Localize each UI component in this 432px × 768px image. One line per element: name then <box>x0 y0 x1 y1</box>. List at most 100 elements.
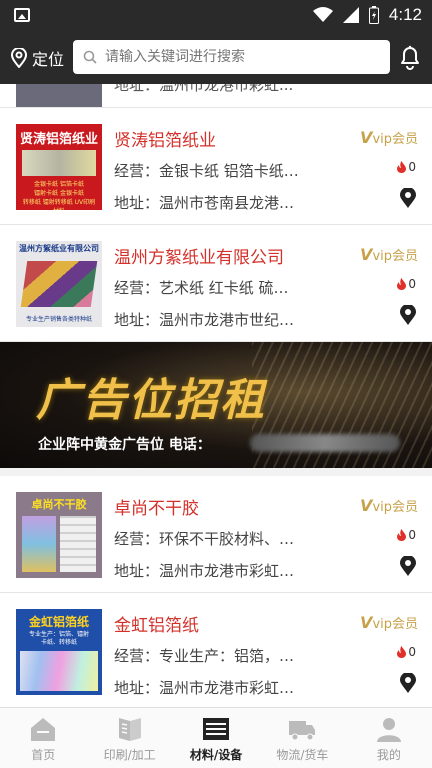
listing-name[interactable]: 卓尚不干胶 <box>114 494 199 519</box>
label-roll-image <box>22 516 56 572</box>
status-bar: 4:12 <box>0 0 432 32</box>
listing-name[interactable]: 温州方絮纸业有限公司 <box>114 243 284 268</box>
search-box[interactable] <box>73 40 390 74</box>
vip-badge: Vvip会员 <box>360 245 418 264</box>
hot-count-value: 0 <box>408 160 416 174</box>
image-notification-icon <box>14 8 30 22</box>
bottom-tab-bar: 首页 印刷/加工 材料/设备 物流/货车 我的 <box>0 707 432 768</box>
print-icon <box>118 718 141 741</box>
hot-count: 0 <box>397 160 416 174</box>
thumbnail-line: 金银卡纸 铝箔卡纸 <box>34 181 84 188</box>
location-label: 定位 <box>32 50 65 69</box>
blurred-phone-number <box>250 434 400 452</box>
thumbnail-title: 卓尚不干胶 <box>31 498 87 511</box>
thumbnail-title: 贤涛铝箔纸业 <box>20 132 99 147</box>
materials-icon <box>203 718 230 740</box>
tab-materials[interactable]: 材料/设备 <box>173 708 259 768</box>
location-button[interactable]: 定位 <box>10 46 64 70</box>
fire-icon <box>397 529 407 541</box>
listing-name[interactable]: 贤涛铝箔纸业 <box>114 126 216 151</box>
thumbnail-line: 专业生产：铝箔、镭射 <box>28 631 89 638</box>
listing-thumbnail: 卓尚不干胶 <box>16 492 102 578</box>
vip-badge: Vvip会员 <box>360 496 418 515</box>
fire-icon <box>397 161 407 173</box>
listing-address: 地址：温州市龙港市彩虹... <box>114 84 294 94</box>
listing-name[interactable]: 金虹铝箔纸 <box>114 611 199 636</box>
map-pin-icon[interactable] <box>400 673 416 693</box>
hot-count: 0 <box>397 645 416 659</box>
listing-business: 经营：艺术纸 红卡纸 硫… <box>114 279 289 297</box>
thumbnail-line: 专业生产销售各类特种纸 <box>25 316 92 323</box>
foil-sample-image <box>22 150 96 176</box>
banner-subline: 企业阵中黄金广告位 电话： <box>38 437 211 453</box>
listing-address: 地址：温州市龙港市彩虹… <box>114 562 295 580</box>
foil-sample-image <box>20 651 98 691</box>
top-bar: 定位 <box>0 32 432 84</box>
map-pin-icon[interactable] <box>400 556 416 576</box>
truck-icon <box>289 721 316 741</box>
home-icon <box>31 718 56 741</box>
listing-business: 经营：金银卡纸 铝箔卡纸… <box>114 162 299 180</box>
vip-badge: Vvip会员 <box>360 613 418 632</box>
listing-thumbnail: 温州方絮纸业有限公司 专业生产销售各类特种纸 <box>16 241 102 327</box>
thumbnail-line: 转移纸 镭射转移纸 UV印刷材料 <box>22 199 96 210</box>
listing-address: 地址：温州市苍南县龙港… <box>114 194 295 212</box>
listing-business: 经营：环保不干胶材料、… <box>114 530 295 548</box>
tab-label: 印刷/加工 <box>103 748 156 762</box>
wifi-icon <box>312 7 333 22</box>
list-item[interactable]: 温州方絮纸业有限公司 专业生产销售各类特种纸 温州方絮纸业有限公司 经营：艺术纸… <box>0 225 432 342</box>
thumbnail-title: 金虹铝箔纸 <box>28 615 89 629</box>
list-item[interactable]: 金虹铝箔纸 专业生产：铝箔、镭射 卡纸、转移纸 金虹铝箔纸 经营：专业生产：铝箔… <box>0 593 432 707</box>
thumbnail-line: 卡纸、转移纸 <box>40 639 77 646</box>
list-item[interactable]: 贤涛铝箔纸业 金银卡纸 铝箔卡纸 镭射卡纸 金银卡纸 转移纸 镭射转移纸 UV印… <box>0 108 432 225</box>
hot-count-value: 0 <box>408 528 416 542</box>
listing-thumbnail <box>16 84 102 107</box>
vip-label: vip会员 <box>372 617 418 632</box>
tab-profile[interactable]: 我的 <box>346 708 432 768</box>
search-icon <box>83 50 97 64</box>
map-pin-icon[interactable] <box>400 188 416 208</box>
hot-count: 0 <box>397 528 416 542</box>
listing-thumbnail: 贤涛铝箔纸业 金银卡纸 铝箔卡纸 镭射卡纸 金银卡纸 转移纸 镭射转移纸 UV印… <box>16 124 102 210</box>
hot-count-value: 0 <box>408 645 416 659</box>
listing-business: 经营：专业生产：铝箔，… <box>114 647 295 665</box>
map-pin-icon[interactable] <box>400 305 416 325</box>
hot-count: 0 <box>397 277 416 291</box>
listing-address: 地址：温州市龙港市彩虹… <box>114 679 295 697</box>
tab-home[interactable]: 首页 <box>0 708 86 768</box>
tab-logistics[interactable]: 物流/货车 <box>259 708 345 768</box>
search-input[interactable] <box>105 49 365 65</box>
tab-label: 材料/设备 <box>189 748 243 762</box>
thumbnail-title: 温州方絮纸业有限公司 <box>19 244 99 253</box>
tab-label: 首页 <box>31 748 56 762</box>
thumbnail-line: 镭射卡纸 金银卡纸 <box>34 190 84 197</box>
fire-icon <box>397 278 407 290</box>
vip-label: vip会员 <box>372 500 418 515</box>
location-pin-icon <box>10 48 28 68</box>
tab-label: 我的 <box>376 748 401 762</box>
profile-icon <box>376 718 401 742</box>
tab-print[interactable]: 印刷/加工 <box>86 708 172 768</box>
fire-icon <box>397 646 407 658</box>
clock: 4:12 <box>388 5 422 24</box>
vip-v-icon: V <box>360 128 373 147</box>
listing-scroll[interactable]: 地址：温州市龙港市彩虹... 贤涛铝箔纸业 金银卡纸 铝箔卡纸 镭射卡纸 金银卡… <box>0 84 432 707</box>
listing-address: 地址：温州市龙港市世纪… <box>114 311 295 329</box>
hot-count-value: 0 <box>408 277 416 291</box>
vip-label: vip会员 <box>372 132 418 147</box>
bell-icon[interactable] <box>398 44 422 70</box>
label-sheet-image <box>60 516 96 572</box>
vip-v-icon: V <box>360 496 373 515</box>
paper-sample-image <box>20 261 98 307</box>
vip-v-icon: V <box>360 245 373 264</box>
tab-label: 物流/货车 <box>276 748 329 762</box>
vip-badge: Vvip会员 <box>360 128 418 147</box>
list-item[interactable]: 地址：温州市龙港市彩虹... <box>0 84 432 108</box>
ad-banner[interactable]: 广告位招租 企业阵中黄金广告位 电话： <box>0 342 432 468</box>
list-item[interactable]: 卓尚不干胶 卓尚不干胶 经营：环保不干胶材料、… 地址：温州市龙港市彩虹… Vv… <box>0 476 432 593</box>
battery-icon <box>368 6 379 24</box>
vip-v-icon: V <box>360 613 373 632</box>
signal-icon <box>342 7 359 23</box>
banner-headline: 广告位招租 <box>36 375 266 426</box>
listing-thumbnail: 金虹铝箔纸 专业生产：铝箔、镭射 卡纸、转移纸 <box>16 609 102 695</box>
